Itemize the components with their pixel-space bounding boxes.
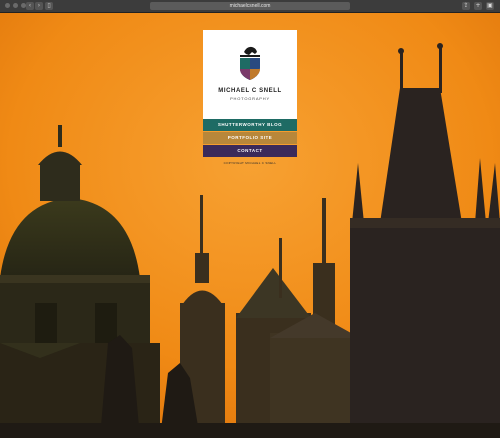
site-subtitle: PHOTOGRAPHY [230,96,270,101]
address-bar[interactable]: michaelcsnell.com [150,2,350,10]
new-tab-button[interactable]: + [474,2,482,10]
browser-toolbar: ‹ › ▯ michaelcsnell.com ⇪ + ▣ [0,0,500,13]
tabs-icon[interactable]: ▣ [486,2,494,10]
share-icon[interactable]: ⇪ [462,2,470,10]
site-menu-panel: MICHAEL C SNELL PHOTOGRAPHY SHUTTERWORTH… [203,30,297,165]
site-title: MICHAEL C SNELL [218,88,282,94]
url-text: michaelcsnell.com [229,3,271,9]
page-content: MICHAEL C SNELL PHOTOGRAPHY SHUTTERWORTH… [0,13,500,438]
back-button[interactable]: ‹ [26,2,34,10]
sidebar-icon[interactable]: ▯ [45,2,53,10]
toolbar-right-buttons: ⇪ + ▣ [462,2,494,10]
minimize-window-button[interactable] [13,3,18,8]
menu-item-contact[interactable]: CONTACT [203,145,297,157]
menu-item-portfolio-site[interactable]: PORTFOLIO SITE [203,132,297,144]
heraldic-lion-crest-icon [240,46,260,80]
close-window-button[interactable] [5,3,10,8]
menu-item-shutterworthy-blog[interactable]: SHUTTERWORTHY BLOG [203,119,297,131]
copyright-text: COPYRIGHT MICHAEL C SNELL [223,161,277,165]
logo-card: MICHAEL C SNELL PHOTOGRAPHY [203,30,297,119]
browser-window: ‹ › ▯ michaelcsnell.com ⇪ + ▣ MICHAEL C … [0,0,500,438]
window-controls [5,3,26,8]
forward-button[interactable]: › [35,2,43,10]
